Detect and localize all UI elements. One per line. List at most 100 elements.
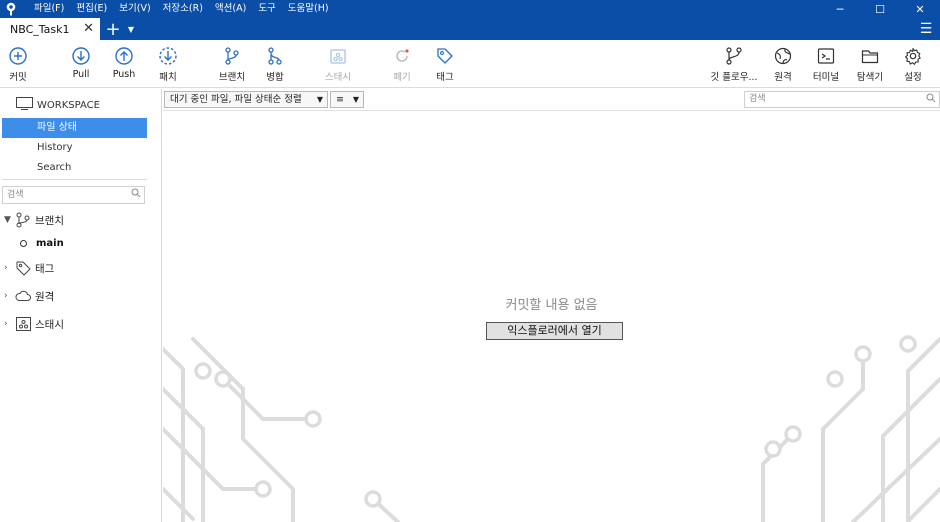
patch-label: 패치 xyxy=(159,72,177,83)
push-label: Push xyxy=(112,69,136,80)
tab-close-icon[interactable]: ✕ xyxy=(83,21,94,36)
nav-search[interactable]: Search xyxy=(2,158,147,178)
menu-file[interactable]: 파일(F) xyxy=(28,0,70,18)
gear-icon xyxy=(904,47,921,65)
git-flow-icon xyxy=(726,47,742,65)
stashes-label: 스태시 xyxy=(35,318,64,331)
branches-label: 브랜치 xyxy=(35,214,64,227)
sidebar-search-input[interactable]: 검색 xyxy=(2,186,145,204)
explorer-label: 탐색기 xyxy=(856,72,884,83)
stash-button[interactable]: 스태시 xyxy=(316,46,360,86)
workspace-nav: 파일 상태 History Search xyxy=(2,118,147,178)
branch-main-label: main xyxy=(36,237,64,249)
tags-label: 태그 xyxy=(35,262,55,275)
commit-label: 커밋 xyxy=(9,72,27,83)
tree-tags[interactable]: › 태그 xyxy=(4,259,54,277)
search-icon xyxy=(926,93,936,109)
stash-label: 스태시 xyxy=(324,72,352,83)
search-icon xyxy=(131,188,141,204)
branch-item-main[interactable]: main xyxy=(20,236,64,250)
chevron-down-icon[interactable]: ▼ xyxy=(4,215,14,225)
new-tab-button[interactable]: + xyxy=(102,18,124,40)
monitor-icon xyxy=(16,97,33,113)
toolbar: 커밋 Pull Push 패치 브랜치 병합 스태시 폐기 태그 깃 플로우..… xyxy=(0,40,940,88)
title-bar: 파일(F) 편집(E) 보기(V) 저장소(R) 액션(A) 도구 도움말(H)… xyxy=(0,0,940,18)
push-button[interactable]: Push xyxy=(102,46,146,86)
chevron-right-icon[interactable]: › xyxy=(4,263,14,273)
remote-label: 원격 xyxy=(774,72,792,83)
workspace-header[interactable]: WORKSPACE xyxy=(16,97,100,113)
chevron-right-icon[interactable]: › xyxy=(4,319,14,329)
tree-remotes[interactable]: › 원격 xyxy=(4,287,54,305)
main-panel: 대기 중인 파일, 파일 상태순 정렬 ▼ ≡ ▼ 검색 커밋할 내용 없음 익… xyxy=(163,89,940,522)
commit-button[interactable]: 커밋 xyxy=(0,46,40,86)
merge-icon xyxy=(268,47,282,65)
file-status-filter-value: 대기 중인 파일, 파일 상태순 정렬 xyxy=(170,94,302,105)
current-branch-icon xyxy=(20,239,27,247)
terminal-button[interactable]: 터미널 xyxy=(804,46,848,86)
menu-edit[interactable]: 편집(E) xyxy=(70,0,113,18)
open-in-explorer-button[interactable]: 익스플로러에서 열기 xyxy=(486,322,623,340)
menu-view[interactable]: 보기(V) xyxy=(113,0,156,18)
close-button[interactable]: ✕ xyxy=(900,0,940,18)
pull-arrow-down-icon xyxy=(72,47,90,65)
maximize-button[interactable]: ☐ xyxy=(860,0,900,18)
explorer-button[interactable]: 탐색기 xyxy=(848,46,892,86)
view-mode-select[interactable]: ≡ ▼ xyxy=(330,91,364,108)
tab-list-dropdown[interactable]: ▼ xyxy=(124,18,138,40)
merge-button[interactable]: 병합 xyxy=(253,46,297,86)
branch-icon xyxy=(14,212,32,228)
patch-dashed-circle-icon xyxy=(159,47,177,65)
cloud-icon xyxy=(14,288,32,304)
sidebar-divider xyxy=(2,179,147,180)
pull-button[interactable]: Pull xyxy=(59,46,103,86)
tag-icon xyxy=(14,260,32,276)
terminal-icon xyxy=(817,48,835,64)
list-view-icon: ≡ xyxy=(336,94,344,105)
push-arrow-up-icon xyxy=(115,47,133,65)
file-search-input[interactable]: 검색 xyxy=(744,91,940,108)
remotes-label: 원격 xyxy=(35,290,55,303)
tag-label: 태그 xyxy=(436,72,454,83)
pull-label: Pull xyxy=(72,69,90,80)
minimize-button[interactable]: ─ xyxy=(820,0,860,18)
discard-refresh-icon xyxy=(396,49,409,62)
menu-tools[interactable]: 도구 xyxy=(252,0,281,18)
stash-icon xyxy=(330,49,346,64)
menu-repository[interactable]: 저장소(R) xyxy=(157,0,209,18)
menu-actions[interactable]: 액션(A) xyxy=(209,0,252,18)
discard-button[interactable]: 폐기 xyxy=(380,46,424,86)
nav-history[interactable]: History xyxy=(2,138,147,158)
tag-button[interactable]: 태그 xyxy=(423,46,467,86)
file-status-filter-select[interactable]: 대기 중인 파일, 파일 상태순 정렬 ▼ xyxy=(164,91,328,108)
nav-file-status[interactable]: 파일 상태 xyxy=(2,118,147,138)
remote-button[interactable]: 원격 xyxy=(761,46,805,86)
repo-tab-label: NBC_Task1 xyxy=(10,22,70,36)
sourcetree-logo-icon xyxy=(0,0,22,18)
workspace-label: WORKSPACE xyxy=(37,99,100,111)
empty-state-message: 커밋할 내용 없음 xyxy=(505,298,598,313)
branch-label: 브랜치 xyxy=(218,72,246,83)
hamburger-menu-icon[interactable]: ☰ xyxy=(916,18,936,40)
file-search-placeholder: 검색 xyxy=(749,94,766,104)
terminal-label: 터미널 xyxy=(812,72,840,83)
tree-stashes[interactable]: › 스태시 xyxy=(4,315,64,333)
filter-bar: 대기 중인 파일, 파일 상태순 정렬 ▼ ≡ ▼ 검색 xyxy=(163,89,940,111)
folder-icon xyxy=(861,50,879,64)
chevron-right-icon[interactable]: › xyxy=(4,291,14,301)
git-flow-button[interactable]: 깃 플로우... xyxy=(709,46,759,86)
sidebar-search-placeholder: 검색 xyxy=(7,190,24,200)
branch-button[interactable]: 브랜치 xyxy=(210,46,254,86)
repo-tab[interactable]: NBC_Task1 ✕ xyxy=(0,18,100,40)
tree-branches[interactable]: ▼ 브랜치 xyxy=(4,211,64,229)
settings-button[interactable]: 설정 xyxy=(891,46,935,86)
globe-icon xyxy=(774,47,792,65)
patch-button[interactable]: 패치 xyxy=(146,46,190,86)
branch-icon xyxy=(225,47,239,65)
window-controls: ─ ☐ ✕ xyxy=(820,0,940,18)
tab-bar: NBC_Task1 ✕ + ▼ ☰ xyxy=(0,18,940,40)
chevron-down-icon: ▼ xyxy=(316,95,323,104)
settings-label: 설정 xyxy=(904,72,922,83)
menu-help[interactable]: 도움말(H) xyxy=(282,0,335,18)
sidebar: WORKSPACE 파일 상태 History Search 검색 ▼ 브랜치 … xyxy=(0,89,162,522)
